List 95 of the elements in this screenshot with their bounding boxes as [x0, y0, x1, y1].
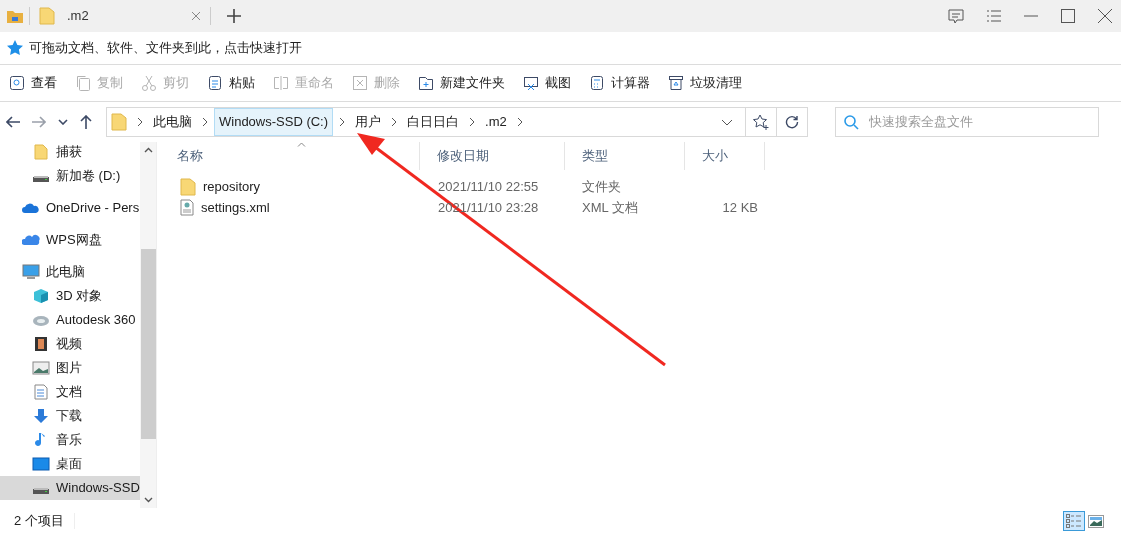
column-header[interactable]: 类型: [582, 146, 608, 166]
breadcrumb-item[interactable]: .m2: [481, 108, 511, 136]
sidebar-item[interactable]: 视频: [0, 332, 140, 356]
breadcrumb-item[interactable]: 此电脑: [149, 108, 196, 136]
sidebar-item[interactable]: Windows-SSD: [0, 476, 140, 500]
sidebar-item[interactable]: 图片: [0, 356, 140, 380]
cube-icon: [32, 288, 50, 304]
feedback-icon[interactable]: [948, 8, 964, 24]
screenshot-icon: [523, 75, 539, 91]
calculator-icon: [589, 75, 605, 91]
toolbar-button[interactable]: 粘贴: [207, 73, 255, 93]
sidebar-item[interactable]: OneDrive - Pers: [0, 196, 140, 220]
tip-text: 可拖动文档、软件、文件夹到此，点击快速打开: [29, 39, 302, 58]
file-name: repository: [203, 177, 261, 196]
modified-date: 2021/11/10 22:55: [438, 178, 539, 194]
item-count: 2 个项目: [14, 512, 64, 531]
folder-icon: [180, 177, 196, 196]
chevron-right-icon[interactable]: [469, 117, 476, 127]
folder-icon: [111, 113, 127, 131]
maximize-icon[interactable]: [1061, 9, 1075, 23]
file-size: 12 KB: [722, 199, 758, 215]
close-icon[interactable]: [191, 11, 201, 21]
chevron-right-icon[interactable]: [137, 117, 143, 127]
chevron-right-icon[interactable]: [339, 117, 346, 127]
chevron-right-icon[interactable]: [202, 117, 208, 127]
chevron-down-icon[interactable]: [143, 497, 153, 503]
drive-icon: [32, 175, 50, 183]
plus-icon[interactable]: [227, 9, 241, 23]
desktop-icon: [32, 456, 50, 472]
column-header[interactable]: 名称: [177, 146, 203, 166]
new-folder-icon: [418, 75, 434, 91]
cleanup-icon: [668, 75, 684, 91]
chevron-down-icon[interactable]: [721, 118, 733, 126]
chevron-right-icon[interactable]: [391, 117, 398, 127]
scrollbar[interactable]: [140, 142, 156, 508]
folder-icon: [32, 144, 50, 160]
scissors-icon: [141, 75, 157, 91]
address-bar[interactable]: 此电脑 Windows-SSD (C:) 用户 白日日白 .m2: [106, 107, 808, 137]
chevron-right-icon[interactable]: [516, 117, 523, 127]
download-arrow-icon: [32, 408, 50, 424]
drive-icon: [32, 487, 50, 495]
thumbnail-icon: [1088, 514, 1104, 528]
copy-icon: [75, 75, 91, 91]
file-name: settings.xml: [201, 198, 270, 217]
breadcrumb-item[interactable]: 用户: [351, 108, 386, 136]
sidebar-item[interactable]: 下载: [0, 404, 140, 428]
sidebar-item[interactable]: 3D 对象: [0, 284, 140, 308]
star-icon: [7, 40, 23, 56]
magnifier-icon: [9, 75, 25, 91]
file-row[interactable]: repository 2021/11/10 22:55 文件夹: [160, 176, 1121, 197]
folder-icon: [39, 7, 55, 25]
chevron-down-icon[interactable]: [58, 119, 68, 125]
refresh-icon[interactable]: [785, 115, 799, 129]
back-arrow-icon[interactable]: [6, 116, 20, 128]
column-header[interactable]: 大小: [702, 146, 728, 166]
file-type: XML 文档: [582, 199, 638, 215]
sidebar-item[interactable]: 桌面: [0, 452, 140, 476]
rename-icon: [273, 75, 289, 91]
explorer-icon[interactable]: [7, 9, 23, 23]
clipboard-icon: [207, 75, 223, 91]
sidebar-item[interactable]: 文档: [0, 380, 140, 404]
column-header[interactable]: 修改日期: [437, 146, 489, 166]
sidebar-item[interactable]: 捕获: [0, 142, 140, 164]
computer-icon: [22, 264, 40, 280]
sidebar-item[interactable]: 音乐: [0, 428, 140, 452]
breadcrumb-item[interactable]: Windows-SSD (C:): [214, 108, 334, 136]
sidebar-item[interactable]: 此电脑: [0, 260, 140, 284]
search-icon: [844, 114, 859, 130]
delete-box-icon: [352, 75, 368, 91]
sidebar-item[interactable]: WPS网盘: [0, 228, 140, 252]
image-icon: [32, 360, 50, 376]
file-type: 文件夹: [582, 178, 621, 194]
sidebar-item[interactable]: 新加卷 (D:): [0, 164, 140, 188]
star-plus-icon[interactable]: [753, 114, 769, 130]
film-icon: [32, 336, 50, 352]
up-arrow-icon[interactable]: [80, 115, 92, 129]
document-icon: [32, 384, 50, 400]
sidebar-item[interactable]: Autodesk 360: [0, 308, 140, 332]
forward-arrow-icon[interactable]: [32, 116, 46, 128]
chevron-up-icon[interactable]: [143, 147, 153, 153]
details-view-button[interactable]: [1063, 511, 1085, 531]
cloud-icon: [22, 232, 40, 248]
toolbar-button[interactable]: 垃圾清理: [668, 73, 742, 93]
xml-file-icon: [180, 199, 194, 216]
toolbar-button[interactable]: 计算器: [589, 73, 650, 93]
close-icon[interactable]: [1098, 9, 1112, 23]
search-field[interactable]: 快速搜索全盘文件: [835, 107, 1099, 137]
breadcrumb-item[interactable]: 白日日白: [403, 108, 464, 136]
toolbar-button[interactable]: 截图: [523, 73, 571, 93]
toolbar-button[interactable]: 新建文件夹: [418, 73, 505, 93]
scrollbar-thumb[interactable]: [140, 249, 156, 439]
toolbar-button[interactable]: 查看: [9, 73, 57, 93]
sort-ascending-icon: [297, 142, 306, 147]
search-input[interactable]: 快速搜索全盘文件: [869, 112, 1090, 132]
details-icon: [1066, 514, 1082, 528]
